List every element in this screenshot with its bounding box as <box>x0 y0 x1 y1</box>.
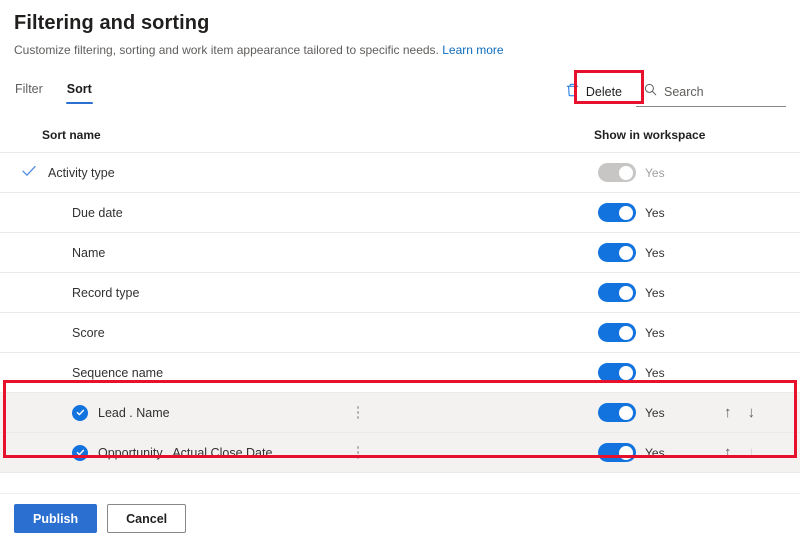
table-row[interactable]: Score Yes <box>0 313 800 353</box>
learn-more-link[interactable]: Learn more <box>442 43 503 57</box>
row-name-cell: Lead . Name <box>0 404 290 421</box>
toggle-state-label: Yes <box>645 365 665 380</box>
tab-sort-label: Sort <box>66 82 92 96</box>
row-name-cell: Record type <box>0 286 290 300</box>
move-down-icon: ↓ <box>747 444 756 461</box>
toggle-state-label: Yes <box>645 245 665 260</box>
show-in-workspace-cell: Yes <box>594 403 724 422</box>
column-header-sort-name: Sort name <box>42 128 101 142</box>
row-name-cell: Score <box>0 326 290 340</box>
footer-action-bar: Publish Cancel <box>0 493 800 543</box>
move-up-icon[interactable]: ↑ <box>724 405 732 420</box>
toggle-state-label: Yes <box>645 285 665 300</box>
row-name-label: Opportunity . Actual Close Date <box>98 445 273 460</box>
search-input[interactable] <box>664 85 780 99</box>
row-name-label: Due date <box>72 205 123 220</box>
tab-sort[interactable]: Sort <box>65 79 93 104</box>
table-row[interactable]: Opportunity . Actual Close Date Yes ↑ ↓ <box>0 433 800 473</box>
show-in-workspace-cell: Yes <box>594 363 724 382</box>
show-in-workspace-toggle[interactable] <box>598 243 636 262</box>
row-reorder-arrows: ↑ ↓ <box>724 445 800 460</box>
sort-table: Sort name Show in workspace Activity typ… <box>0 122 800 473</box>
show-in-workspace-cell: Yes <box>594 163 724 182</box>
command-bar: Delete <box>560 79 786 107</box>
show-in-workspace-toggle[interactable] <box>598 283 636 302</box>
toggle-state-label: Yes <box>645 165 665 180</box>
tab-filter-label: Filter <box>15 82 43 96</box>
show-in-workspace-cell: Yes <box>594 243 724 262</box>
show-in-workspace-cell: Yes <box>594 323 724 342</box>
show-in-workspace-toggle[interactable] <box>598 323 636 342</box>
publish-button[interactable]: Publish <box>14 504 98 533</box>
delete-button[interactable]: Delete <box>560 79 630 104</box>
show-in-workspace-toggle[interactable] <box>598 403 636 422</box>
row-name-cell: Opportunity . Actual Close Date <box>0 444 290 461</box>
table-row[interactable]: Sequence name Yes <box>0 353 800 393</box>
toggle-state-label: Yes <box>645 445 665 460</box>
show-in-workspace-toggle[interactable] <box>598 363 636 382</box>
show-in-workspace-cell: Yes <box>594 283 724 302</box>
row-name-cell: Name <box>0 246 290 260</box>
show-in-workspace-toggle[interactable] <box>598 443 636 462</box>
page-header: Filtering and sorting Customize filterin… <box>0 0 800 58</box>
toggle-state-label: Yes <box>645 325 665 340</box>
search-box[interactable] <box>636 79 786 107</box>
row-menu-cell <box>290 406 410 419</box>
show-in-workspace-cell: Yes <box>594 203 724 222</box>
table-header-row: Sort name Show in workspace <box>0 122 800 153</box>
row-select-checkbox[interactable] <box>72 444 88 461</box>
page-subtitle-text: Customize filtering, sorting and work it… <box>14 43 439 57</box>
more-options-icon[interactable] <box>350 446 366 459</box>
show-in-workspace-cell: Yes <box>594 443 724 462</box>
row-name-cell: Activity type <box>0 165 290 180</box>
table-row[interactable]: Record type Yes <box>0 273 800 313</box>
page-subtitle: Customize filtering, sorting and work it… <box>14 42 800 58</box>
row-name-label: Record type <box>72 285 140 300</box>
toggle-state-label: Yes <box>645 205 665 220</box>
toggle-state-label: Yes <box>645 405 665 420</box>
tab-list: Filter Sort <box>14 79 93 104</box>
more-options-icon[interactable] <box>350 406 366 419</box>
move-up-icon[interactable]: ↑ <box>724 445 732 460</box>
delete-button-label: Delete <box>585 84 622 99</box>
cancel-button[interactable]: Cancel <box>107 504 187 533</box>
column-header-show-in-workspace: Show in workspace <box>594 128 706 142</box>
move-down-icon[interactable]: ↓ <box>748 405 756 420</box>
tabs-and-command-bar: Filter Sort Delete <box>0 79 800 117</box>
tab-filter[interactable]: Filter <box>14 79 44 104</box>
search-icon <box>644 83 657 101</box>
row-name-cell: Sequence name <box>0 366 290 380</box>
show-in-workspace-toggle[interactable] <box>598 203 636 222</box>
row-name-label: Lead . Name <box>98 405 170 420</box>
trash-icon <box>566 83 579 100</box>
row-name-label: Sequence name <box>72 365 164 380</box>
show-in-workspace-toggle <box>598 163 636 182</box>
table-row[interactable]: Due date Yes <box>0 193 800 233</box>
table-row[interactable]: Lead . Name Yes ↑ ↓ <box>0 393 800 433</box>
row-menu-cell <box>290 446 410 459</box>
row-select-checkbox[interactable] <box>72 404 88 421</box>
table-body: Activity type Yes Due date Yes Name Yes Record… <box>0 153 800 473</box>
page-title: Filtering and sorting <box>14 12 210 34</box>
row-reorder-arrows: ↑ ↓ <box>724 405 800 420</box>
row-name-label: Score <box>72 325 105 340</box>
table-row[interactable]: Activity type Yes <box>0 153 800 193</box>
row-name-label: Name <box>72 245 106 260</box>
row-name-label: Activity type <box>48 165 115 180</box>
active-sort-checkmark-icon <box>22 165 38 180</box>
row-name-cell: Due date <box>0 206 290 220</box>
table-row[interactable]: Name Yes <box>0 233 800 273</box>
